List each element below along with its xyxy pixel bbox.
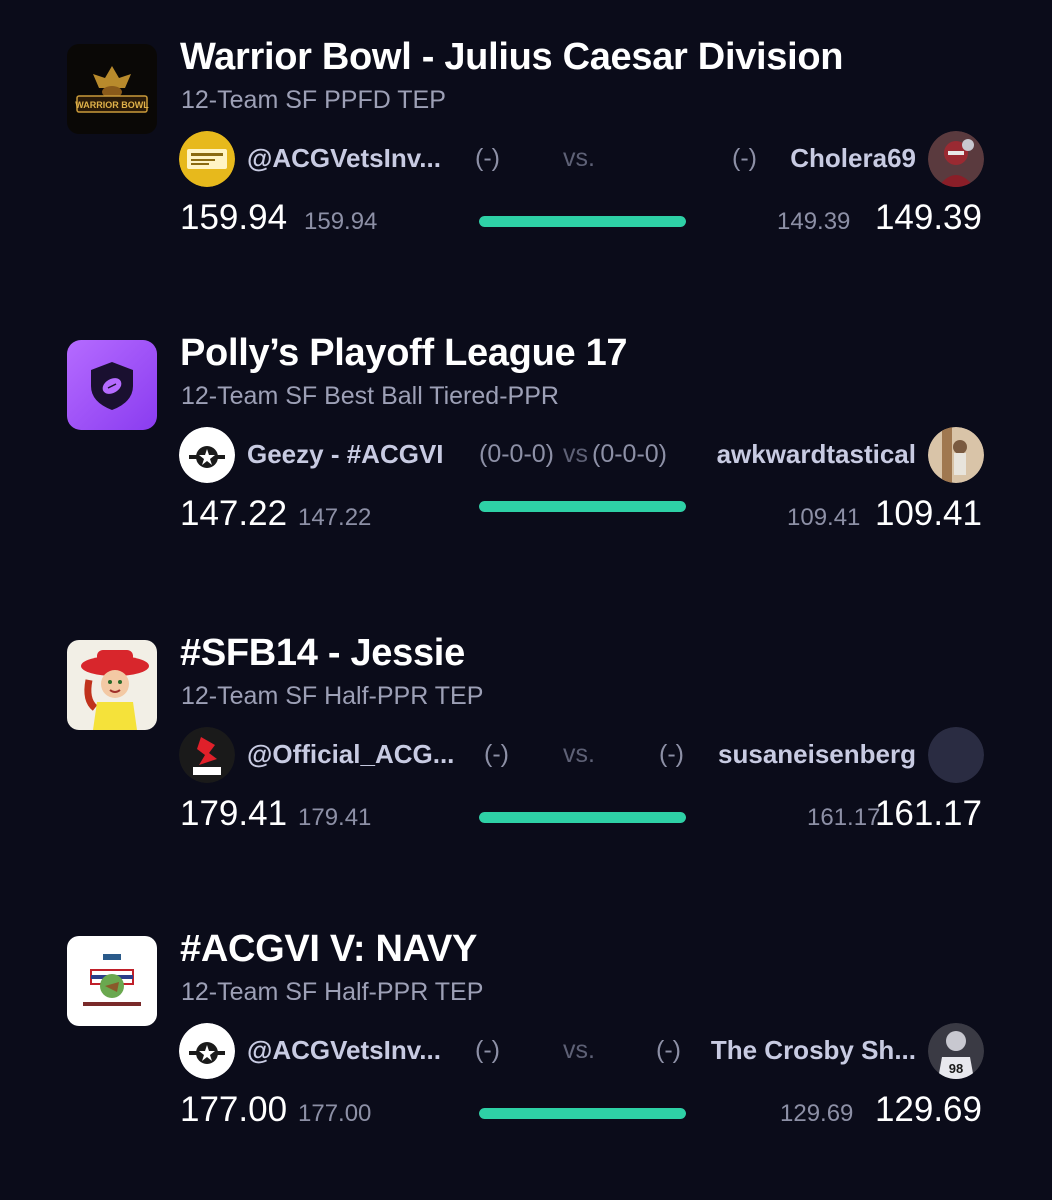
- home-team-record: (0-0-0): [479, 440, 555, 468]
- football-shield-logo-icon: [67, 340, 157, 430]
- league-subtitle: 12-Team SF Best Ball Tiered-PPR: [181, 382, 559, 410]
- acg-red-logo-avatar-icon[interactable]: [179, 727, 235, 783]
- win-probability-fill: [479, 1108, 686, 1119]
- vs-label: vs: [563, 440, 588, 468]
- home-projected-score: 159.94: [304, 208, 378, 235]
- home-score: 177.00: [180, 1090, 288, 1129]
- win-probability-bar: [479, 216, 686, 227]
- matchup-card[interactable]: #ACGVI V: NAVY 12-Team SF Half-PPR TEP @…: [0, 922, 1052, 1192]
- jessie-cowgirl-logo-icon: [67, 640, 157, 730]
- home-team-name[interactable]: @Official_ACG...: [247, 739, 454, 770]
- league-title: #SFB14 - Jessie: [180, 632, 465, 674]
- acg-star-avatar-icon[interactable]: [179, 1023, 235, 1079]
- away-projected-score: 129.69: [780, 1100, 854, 1127]
- football-player-avatar-icon[interactable]: [928, 131, 984, 187]
- home-team-record: (-): [475, 144, 500, 172]
- away-team-record: (-): [732, 144, 757, 172]
- league-title: Warrior Bowl - Julius Caesar Division: [180, 36, 844, 78]
- away-projected-score: 149.39: [777, 208, 851, 235]
- league-subtitle: 12-Team SF Half-PPR TEP: [181, 978, 484, 1006]
- league-subtitle: 12-Team SF PPFD TEP: [181, 86, 446, 114]
- matchup-card[interactable]: #SFB14 - Jessie 12-Team SF Half-PPR TEP …: [0, 626, 1052, 896]
- league-subtitle: 12-Team SF Half-PPR TEP: [181, 682, 484, 710]
- home-team-record: (-): [475, 1036, 500, 1064]
- svg-text:WARRIOR BOWL: WARRIOR BOWL: [75, 100, 149, 110]
- home-projected-score: 177.00: [298, 1100, 372, 1127]
- away-score: 149.39: [874, 198, 982, 237]
- home-score: 147.22: [180, 494, 288, 533]
- acg-star-avatar-icon[interactable]: [179, 427, 235, 483]
- jersey-98-player-avatar-icon[interactable]: 98: [928, 1023, 984, 1079]
- away-projected-score: 109.41: [787, 504, 861, 531]
- matchup-card[interactable]: Polly’s Playoff League 17 12-Team SF Bes…: [0, 326, 1052, 596]
- away-score: 161.17: [874, 794, 982, 833]
- gold-plaque-avatar-icon[interactable]: [179, 131, 235, 187]
- away-projected-score: 161.17: [807, 804, 881, 831]
- away-team-name[interactable]: susaneisenberg: [718, 739, 916, 770]
- person-photo-avatar-icon[interactable]: [928, 427, 984, 483]
- win-probability-fill: [479, 216, 686, 227]
- home-team-name[interactable]: @ACGVetsInv...: [247, 1035, 441, 1066]
- win-probability-bar: [479, 501, 686, 512]
- away-score: 109.41: [874, 494, 982, 533]
- home-score: 179.41: [180, 794, 288, 833]
- matchup-card[interactable]: WARRIOR BOWL Warrior Bowl - Julius Caesa…: [0, 30, 1052, 300]
- home-projected-score: 147.22: [298, 504, 372, 531]
- home-score: 159.94: [180, 198, 288, 237]
- acg-veterans-invitational-logo-icon: [67, 936, 157, 1026]
- away-team-name[interactable]: Cholera69: [790, 143, 916, 174]
- away-team-name[interactable]: The Crosby Sh...: [711, 1035, 916, 1066]
- blank-avatar-icon[interactable]: [928, 727, 984, 783]
- warrior-bowl-logo-icon: WARRIOR BOWL: [67, 44, 157, 134]
- away-score: 129.69: [874, 1090, 982, 1129]
- away-team-record: (-): [656, 1036, 681, 1064]
- matchup-list: WARRIOR BOWL Warrior Bowl - Julius Caesa…: [0, 0, 1052, 1200]
- vs-label: vs.: [563, 144, 595, 172]
- league-title: #ACGVI V: NAVY: [180, 928, 478, 970]
- win-probability-fill: [479, 812, 686, 823]
- league-title: Polly’s Playoff League 17: [180, 332, 628, 374]
- home-team-name[interactable]: Geezy - #ACGVI: [247, 439, 444, 470]
- win-probability-bar: [479, 1108, 686, 1119]
- win-probability-fill: [479, 501, 686, 512]
- svg-text:98: 98: [949, 1061, 963, 1076]
- vs-label: vs.: [563, 1036, 595, 1064]
- away-team-record: (0-0-0): [592, 440, 668, 468]
- vs-label: vs.: [563, 740, 595, 768]
- home-team-record: (-): [484, 740, 509, 768]
- away-team-record: (-): [659, 740, 684, 768]
- win-probability-bar: [479, 812, 686, 823]
- away-team-name[interactable]: awkwardtastical: [717, 439, 916, 470]
- home-projected-score: 179.41: [298, 804, 372, 831]
- home-team-name[interactable]: @ACGVetsInv...: [247, 143, 441, 174]
